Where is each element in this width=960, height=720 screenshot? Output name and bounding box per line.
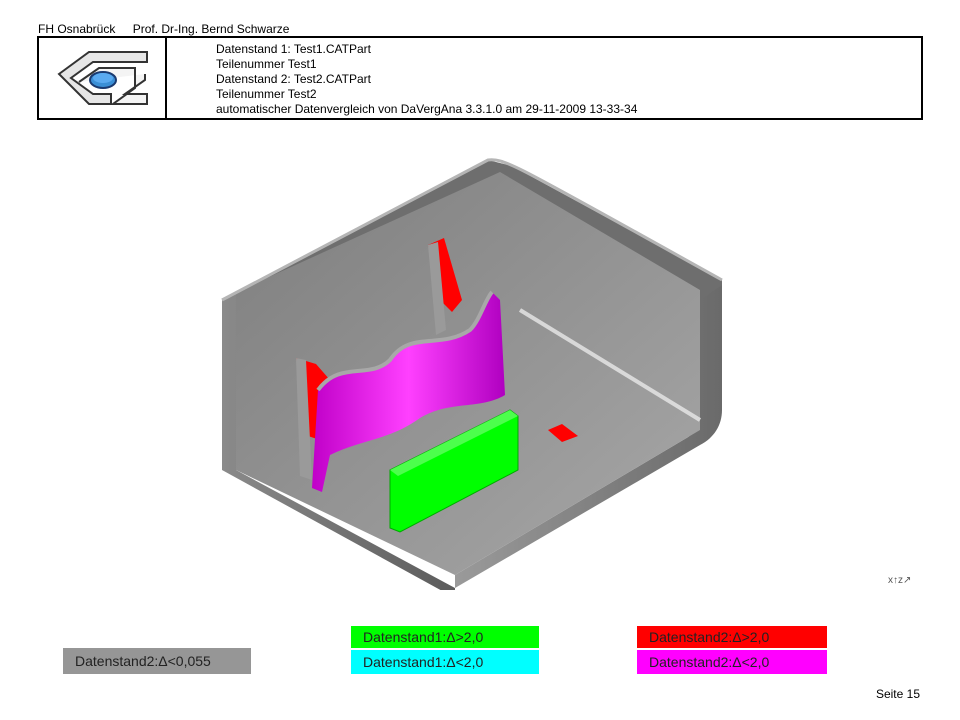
legend-d2-large: Datenstand2:Δ>2,0 (637, 626, 827, 648)
title-block: Datenstand 1: Test1.CATPart Teilenummer … (37, 36, 923, 120)
info-line-1: Datenstand 1: Test1.CATPart (216, 42, 371, 56)
info-line-5: automatischer Datenvergleich von DaVergA… (216, 102, 638, 116)
dataset-info: Datenstand 1: Test1.CATPart Teilenummer … (216, 42, 637, 117)
fh-logo-icon (57, 51, 148, 105)
part-comparison-view (221, 158, 723, 590)
info-line-4: Teilenummer Test2 (216, 87, 317, 101)
legend-d2-mid: Datenstand2:Δ<2,0 (637, 650, 827, 674)
institution-name: FH Osnabrück (38, 22, 116, 36)
header-top-line: FH Osnabrück Prof. Dr-Ing. Bernd Schwarz… (38, 22, 303, 36)
axis-triad-icon: x↑z↗ (888, 575, 912, 586)
legend-d1-small: Datenstand1:Δ<2,0 (351, 650, 539, 674)
author-name: Prof. Dr-Ing. Bernd Schwarze (132, 22, 290, 36)
legend-d2-small: Datenstand2:Δ<0,055 (63, 648, 251, 674)
info-line-2: Teilenummer Test1 (216, 57, 317, 71)
logo-cell (39, 38, 167, 118)
info-line-3: Datenstand 2: Test2.CATPart (216, 72, 371, 86)
legend-d1-large: Datenstand1:Δ>2,0 (351, 626, 539, 648)
page-number: Seite 15 (875, 687, 920, 701)
